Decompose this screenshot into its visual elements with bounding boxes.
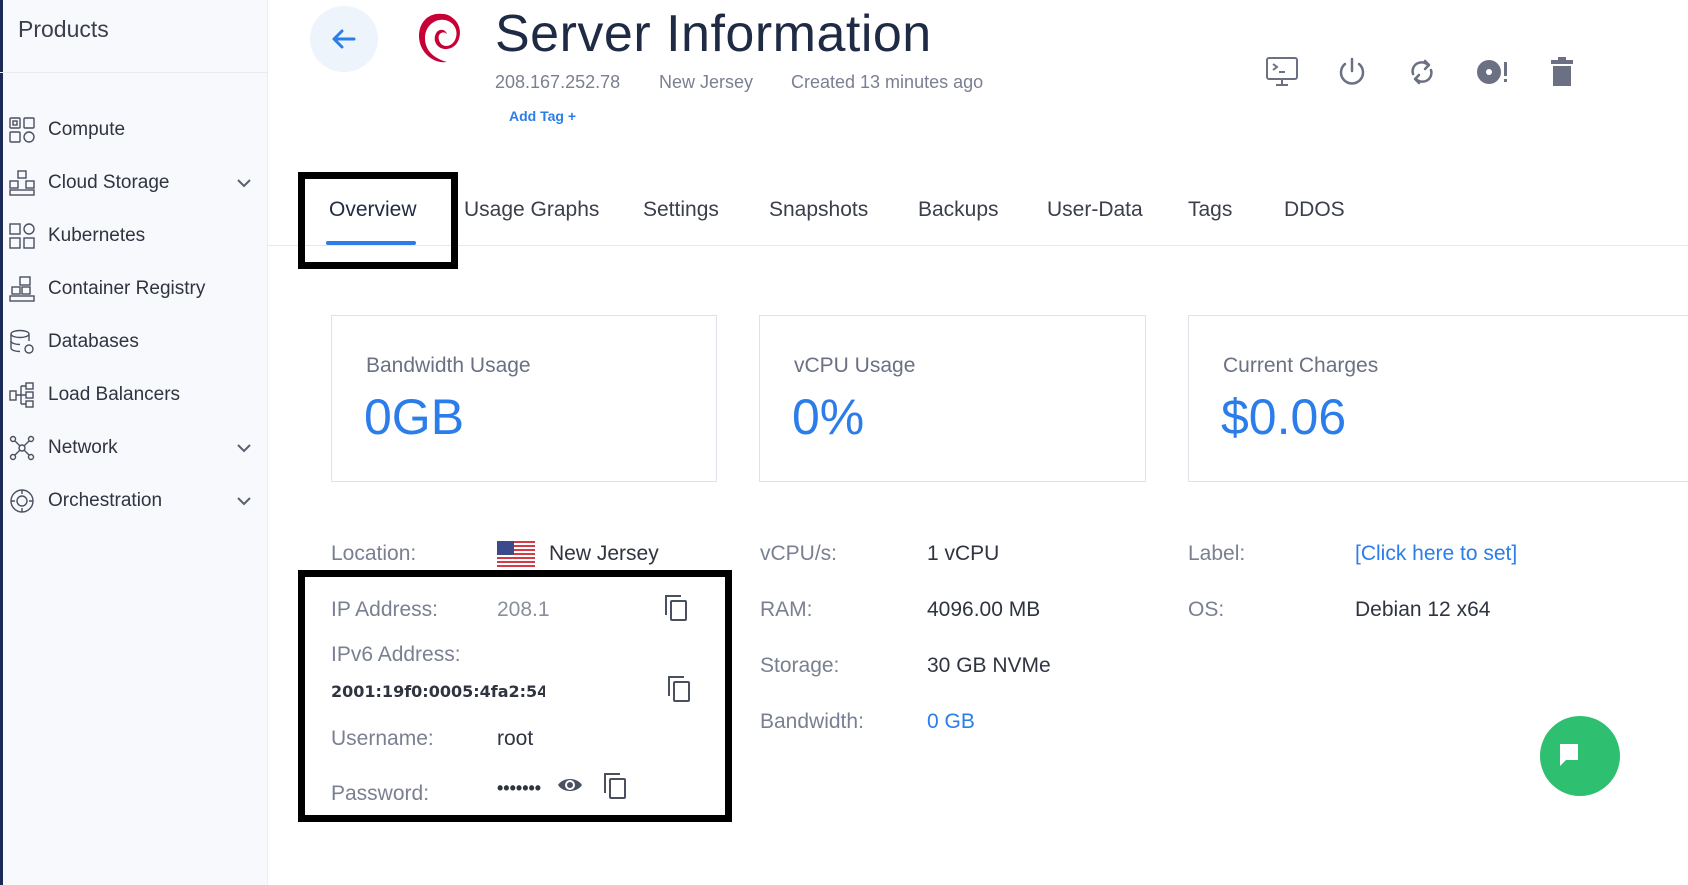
copy-ip-icon[interactable]: [662, 593, 690, 623]
sidebar-item-load-balancers[interactable]: Load Balancers: [0, 368, 268, 421]
page-title: Server Information: [495, 5, 932, 63]
sidebar-item-compute[interactable]: Compute: [0, 103, 268, 156]
sidebar-item-orchestration[interactable]: Orchestration: [0, 474, 268, 527]
password-value: •••••••: [497, 778, 542, 798]
disc-alert-icon: [1477, 60, 1507, 84]
tabs-divider: [268, 245, 1688, 246]
location-value: New Jersey: [549, 542, 659, 565]
load-balancer-icon: [8, 381, 36, 409]
tab-settings[interactable]: Settings: [643, 198, 719, 222]
ip-address-value: 208.1: [497, 598, 550, 621]
card-label: Current Charges: [1223, 354, 1379, 377]
sidebar-item-container-registry[interactable]: Container Registry: [0, 262, 268, 315]
bandwidth-value[interactable]: 0 GB: [927, 710, 975, 734]
chevron-down-icon[interactable]: [234, 438, 254, 458]
sidebar-item-label: Orchestration: [48, 489, 163, 511]
reinstall-button[interactable]: [1474, 54, 1510, 90]
ram-label: RAM:: [760, 598, 813, 621]
add-tag-link[interactable]: Add Tag +: [509, 108, 576, 124]
chevron-down-icon[interactable]: [234, 491, 254, 511]
restart-button[interactable]: [1404, 54, 1440, 90]
tab-snapshots[interactable]: Snapshots: [769, 198, 868, 222]
card-label: Bandwidth Usage: [366, 354, 531, 377]
card-value: 0GB: [364, 389, 465, 445]
sidebar-item-label: Cloud Storage: [48, 171, 170, 193]
vcpu-usage-card: vCPU Usage 0%: [759, 315, 1146, 482]
card-value: 0%: [792, 389, 865, 445]
network-icon: [8, 434, 36, 462]
copy-password-icon[interactable]: [601, 771, 629, 801]
sidebar-item-label: Container Registry: [48, 277, 206, 299]
set-label-link[interactable]: [Click here to set]: [1355, 542, 1517, 566]
ipv6-address-label: IPv6 Address:: [331, 643, 461, 666]
chat-icon: [1560, 744, 1578, 766]
bandwidth-label: Bandwidth:: [760, 710, 864, 733]
location-label: Location:: [331, 542, 417, 565]
sidebar-item-network[interactable]: Network: [0, 421, 268, 474]
console-icon: [1266, 57, 1298, 86]
sidebar-item-databases[interactable]: Databases: [0, 315, 268, 368]
sidebar-item-label: Kubernetes: [48, 224, 146, 246]
ip-address-label: IP Address:: [331, 598, 439, 621]
sidebar: Products Compute Cloud Storage Kubernete…: [0, 0, 268, 885]
debian-logo-icon: [419, 13, 460, 63]
kubernetes-icon: [8, 222, 36, 250]
sidebar-divider: [0, 72, 268, 73]
sidebar-item-label: Load Balancers: [48, 383, 181, 405]
tab-backups[interactable]: Backups: [918, 198, 999, 222]
tab-ddos[interactable]: DDOS: [1284, 198, 1345, 222]
sidebar-title: Products: [18, 16, 109, 42]
show-password-eye-icon[interactable]: [556, 775, 584, 795]
back-button[interactable]: [310, 6, 378, 72]
delete-button[interactable]: [1544, 54, 1580, 90]
power-icon: [1339, 57, 1365, 85]
sidebar-item-label: Compute: [48, 118, 126, 140]
os-value: Debian 12 x64: [1355, 598, 1491, 621]
container-registry-icon: [8, 275, 36, 303]
sidebar-item-kubernetes[interactable]: Kubernetes: [0, 209, 268, 262]
os-label: OS:: [1188, 598, 1225, 621]
compute-icon: [8, 116, 36, 144]
sidebar-item-label: Network: [48, 436, 118, 458]
vcpu-value: 1 vCPU: [927, 542, 1000, 565]
current-charges-card: Current Charges $0.06: [1188, 315, 1688, 482]
chat-widget-button[interactable]: [1540, 716, 1620, 796]
copy-ipv6-icon[interactable]: [665, 674, 693, 704]
trash-icon: [1551, 57, 1573, 86]
sidebar-item-label: Databases: [48, 330, 139, 352]
ipv6-address-value: 2001:19f0:0005:4fa2:5400:0: [331, 682, 545, 701]
storage-label: Storage:: [760, 654, 840, 677]
tab-overview[interactable]: Overview: [329, 198, 417, 222]
tab-user-data[interactable]: User-Data: [1047, 198, 1143, 222]
restart-icon: [1411, 59, 1433, 85]
server-created: Created 13 minutes ago: [791, 72, 984, 92]
database-icon: [8, 328, 36, 356]
tab-tags[interactable]: Tags: [1188, 198, 1232, 222]
bandwidth-usage-card: Bandwidth Usage 0GB: [331, 315, 717, 482]
vcpu-label: vCPU/s:: [760, 542, 838, 565]
username-value: root: [497, 727, 534, 750]
orchestration-icon: [8, 487, 36, 515]
server-ip: 208.167.252.78: [495, 72, 621, 92]
server-label-label: Label:: [1188, 542, 1246, 565]
sidebar-item-cloud-storage[interactable]: Cloud Storage: [0, 156, 268, 209]
card-value: $0.06: [1221, 389, 1347, 445]
password-label: Password:: [331, 782, 430, 805]
storage-value: 30 GB NVMe: [927, 654, 1051, 677]
tab-usage-graphs[interactable]: Usage Graphs: [464, 198, 599, 222]
arrow-left-icon: [332, 29, 356, 49]
chevron-down-icon[interactable]: [234, 173, 254, 193]
server-location: New Jersey: [659, 72, 754, 92]
card-label: vCPU Usage: [794, 354, 916, 377]
username-label: Username:: [331, 727, 434, 750]
console-button[interactable]: [1264, 54, 1300, 90]
power-button[interactable]: [1334, 54, 1370, 90]
ram-value: 4096.00 MB: [927, 598, 1041, 621]
cloud-storage-icon: [8, 169, 36, 197]
us-flag-icon: [497, 541, 535, 567]
